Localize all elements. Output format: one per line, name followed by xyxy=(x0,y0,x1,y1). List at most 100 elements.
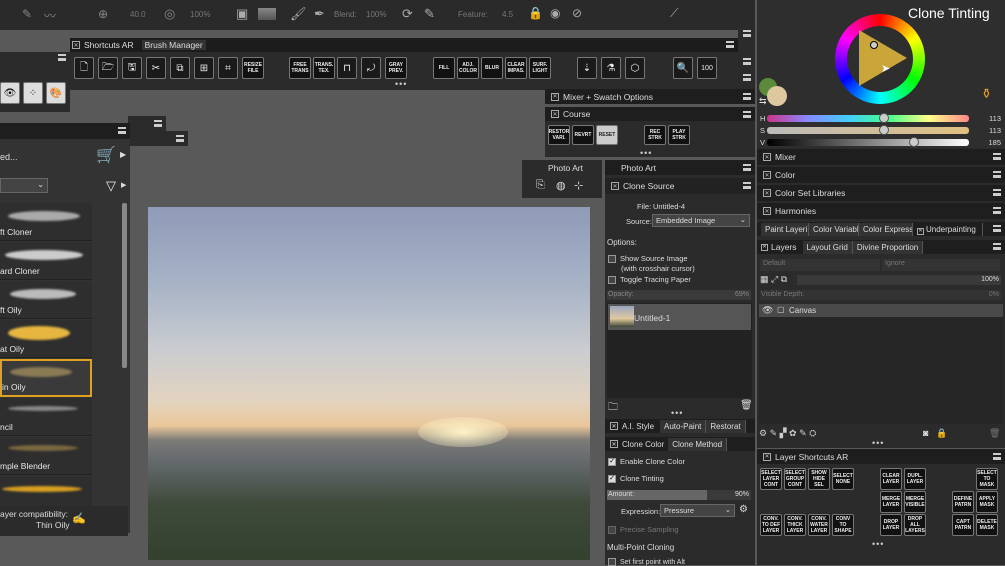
edit-icon[interactable]: ✎ xyxy=(424,6,435,22)
list-item[interactable]: ard Cloner xyxy=(0,242,92,280)
select-group-cont-button[interactable]: SELECT GROUP CONT xyxy=(784,468,806,490)
panel-menu-icon[interactable] xyxy=(993,189,1001,196)
toggle-tracing-row[interactable]: Toggle Tracing Paper xyxy=(608,275,691,285)
crop-button[interactable]: ⌗ xyxy=(218,57,238,79)
define-patrn-button[interactable]: DEFINE PATRN xyxy=(952,491,974,513)
h-slider[interactable] xyxy=(767,113,969,123)
conv-thick-layer-button[interactable]: CONV. THICK LAYER xyxy=(784,514,806,536)
delete-mask-button[interactable]: DELETE MASK xyxy=(976,514,998,536)
conv-to-shape-button[interactable]: CONV TO SHAPE xyxy=(832,514,854,536)
mixer-swatch-title[interactable]: Mixer + Swatch Options xyxy=(563,92,653,102)
cart-icon[interactable]: 🛒 xyxy=(96,145,116,165)
texture-icon[interactable]: ◉ xyxy=(550,6,560,20)
play-strk-button[interactable]: PLAY STRK xyxy=(668,125,690,145)
conv-to-def-layer-button[interactable]: CONV. TO DEF LAYER xyxy=(760,514,782,536)
reset-button[interactable]: RESET xyxy=(596,125,618,145)
s-slider[interactable] xyxy=(767,125,969,135)
tracing-checkbox[interactable] xyxy=(608,276,616,285)
enable-clone-color-checkbox[interactable]: ✓ xyxy=(608,458,616,467)
close-icon[interactable]: ✕ xyxy=(610,440,618,448)
size-value[interactable]: 40.0 xyxy=(130,10,146,19)
list-item[interactable]: ncil xyxy=(0,398,92,436)
tab-brush-manager[interactable]: Brush Manager xyxy=(141,40,206,50)
clone-tinting-checkbox[interactable]: ✓ xyxy=(608,475,616,484)
panel-menu-icon[interactable] xyxy=(743,93,751,100)
select-none-button[interactable]: SELECT NONE xyxy=(832,468,854,490)
table-row[interactable]: 👁 ▢ Canvas xyxy=(759,304,1003,317)
tab-paint-layering[interactable]: Paint Layeri xyxy=(761,222,809,236)
saturation-triangle[interactable] xyxy=(859,30,907,86)
precise-sampling-row[interactable]: Precise Sampling xyxy=(608,525,678,535)
photo-art-title[interactable]: Photo Art xyxy=(621,163,656,173)
stamp-icon[interactable]: ▣ xyxy=(236,6,248,22)
tab-divine-proportion[interactable]: Divine Proportion xyxy=(852,240,924,254)
color-title[interactable]: Color xyxy=(775,170,795,180)
show-source-checkbox[interactable] xyxy=(608,255,616,264)
tab-ai-style[interactable]: A.I. Style xyxy=(622,422,654,431)
save-file-button[interactable]: 🖫 xyxy=(122,57,142,79)
revrt-button[interactable]: REVRT xyxy=(572,125,594,145)
panel-menu-icon[interactable] xyxy=(743,164,751,171)
close-icon[interactable]: ✕ xyxy=(763,153,771,161)
resize-file-button[interactable]: RESIZE FILE xyxy=(242,57,264,79)
panel-menu-icon[interactable] xyxy=(993,243,1001,250)
panel-menu-icon[interactable] xyxy=(993,153,1001,160)
panel-menu-icon[interactable] xyxy=(743,30,751,37)
panel-menu-icon[interactable] xyxy=(743,182,751,189)
sync-icon[interactable]: ⟳ xyxy=(402,6,413,22)
rec-strk-button[interactable]: REC STRK xyxy=(644,125,666,145)
apply-mask-button[interactable]: APPLY MASK xyxy=(976,491,998,513)
photo-clone-icon[interactable]: ⎘ xyxy=(536,179,545,192)
layer-opacity-slider[interactable]: 100% xyxy=(797,275,1001,285)
expression-settings-icon[interactable]: ⚙ xyxy=(739,504,748,515)
panel-menu-icon[interactable] xyxy=(743,58,751,65)
gradient-swatch[interactable] xyxy=(258,8,276,20)
panel-menu-icon[interactable] xyxy=(993,207,1001,214)
surf-light-button[interactable]: SURF. LIGHT xyxy=(529,57,551,79)
show-source-row[interactable]: Show Source Image xyxy=(608,254,688,264)
s-knob[interactable] xyxy=(879,125,890,135)
tab-color-expression[interactable]: Color Express xyxy=(859,222,913,236)
drop-layer-button[interactable]: DROP LAYER xyxy=(880,514,902,536)
select-layer-cont-button[interactable]: SELECT LAYER CONT xyxy=(760,468,782,490)
panel-menu-icon[interactable] xyxy=(154,120,162,127)
panel-menu-icon[interactable] xyxy=(176,135,184,142)
brush-icon[interactable]: 🖌 xyxy=(290,6,307,22)
add-point-icon[interactable]: ⊹ xyxy=(574,179,583,192)
close-icon[interactable]: ✕ xyxy=(611,182,619,190)
close-icon[interactable]: ✕ xyxy=(610,422,618,430)
clone-tinting-row[interactable]: ✓ Clone Tinting xyxy=(608,474,664,484)
trash-icon[interactable]: 🗑 xyxy=(989,428,1000,439)
panel-menu-icon[interactable] xyxy=(993,225,1001,232)
close-icon[interactable]: ✕ xyxy=(551,92,559,101)
stroke-icon[interactable]: 〰 xyxy=(44,7,56,24)
tab-restoration[interactable]: Restorat xyxy=(706,419,746,433)
primary-color-swatch[interactable] xyxy=(767,86,787,106)
panel-grip-dots[interactable]: ••• xyxy=(872,438,884,448)
capt-patrn-button[interactable]: CAPT PATRN xyxy=(952,514,974,536)
close-icon[interactable]: ✕ xyxy=(917,227,924,235)
brush-icon-button-2[interactable]: ⚗ xyxy=(601,57,621,79)
photo-art-tab[interactable]: Photo Art xyxy=(548,163,583,173)
list-item[interactable]: in Oily xyxy=(0,359,92,397)
swap-colors-icon[interactable]: ⇆ xyxy=(759,96,767,107)
close-icon[interactable]: ✕ xyxy=(551,110,559,118)
merge-layer-button[interactable]: MERGE LAYER xyxy=(880,491,902,513)
open-file-button[interactable]: 🗁 xyxy=(98,57,118,79)
list-item[interactable]: ft Oily xyxy=(0,281,92,319)
clone-source-title[interactable]: Clone Source xyxy=(623,181,675,191)
tab-underpainting[interactable]: ✕ Underpainting xyxy=(913,222,983,236)
composite-depth-select[interactable]: Ignore xyxy=(882,259,1000,271)
s-value[interactable]: 113 xyxy=(973,126,1001,135)
course-title[interactable]: Course xyxy=(563,109,590,119)
brush-category-select[interactable]: ⌄ xyxy=(0,178,48,193)
cancel-icon[interactable]: ⊘ xyxy=(572,6,582,20)
panel-grip-dots[interactable]: ••• xyxy=(395,79,407,89)
layer-tools-icons[interactable]: ⚙ ✎ ▞ ✿ ✎ ⛭ xyxy=(759,428,816,439)
opacity-value[interactable]: 100% xyxy=(190,10,210,19)
dupl-layer-button[interactable]: DUPL. LAYER xyxy=(904,468,926,490)
drop-all-layers-button[interactable]: DROP ALL LAYERS xyxy=(904,514,926,536)
preserve-transparency-icon[interactable]: ▦ ⤢ ⧉ xyxy=(760,274,787,285)
zoom-button[interactable]: 🔍 xyxy=(673,57,693,79)
stamp-color-icon[interactable]: ⚱ xyxy=(981,86,992,102)
